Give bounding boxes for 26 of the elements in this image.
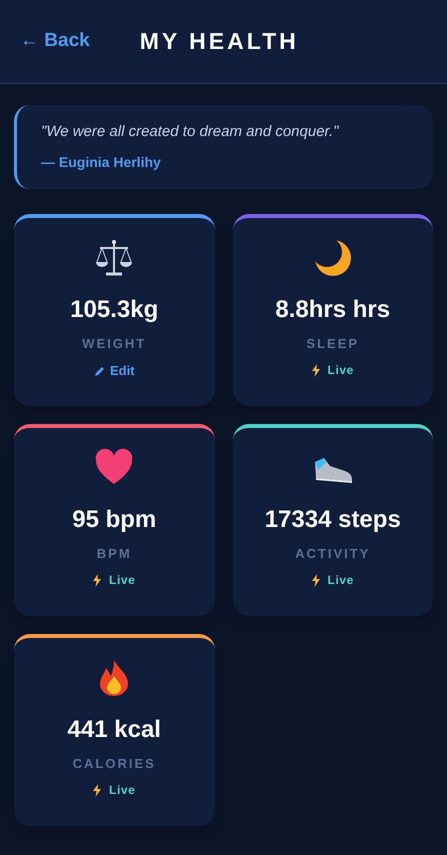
metric-label: SLEEP — [306, 334, 360, 352]
pencil-icon — [94, 364, 106, 377]
lightning-icon — [312, 574, 320, 586]
quote-text: "We were all created to dream and conquer." — [41, 122, 340, 142]
metric-value: 95 bpm — [72, 504, 156, 534]
metric-value: 105.3kg — [70, 294, 158, 324]
metric-value: 17334 steps — [264, 504, 401, 534]
moon-icon — [312, 238, 353, 278]
metric-label: CALORIES — [72, 754, 156, 772]
page-title: MY HEALTH — [140, 27, 299, 56]
edit-button[interactable]: Edit — [94, 361, 135, 380]
metric-label: WEIGHT — [82, 334, 146, 352]
lightning-icon — [312, 364, 320, 376]
live-status: Live — [328, 362, 354, 379]
live-status: Live — [328, 572, 354, 589]
scale-icon — [94, 238, 134, 278]
lightning-icon — [93, 784, 102, 796]
back-link[interactable]: ← Back — [20, 27, 90, 56]
metric-label: BPM — [96, 544, 132, 562]
metric-value: 8.8hrs hrs — [275, 294, 390, 324]
metric-label: ACTIVITY — [295, 544, 370, 562]
metric-value: 441 kcal — [68, 714, 161, 744]
quote-author: — Euginia Herlihy — [41, 152, 162, 172]
lightning-icon — [93, 574, 102, 586]
live-status: Live — [109, 572, 136, 589]
live-status: Live — [109, 782, 136, 799]
